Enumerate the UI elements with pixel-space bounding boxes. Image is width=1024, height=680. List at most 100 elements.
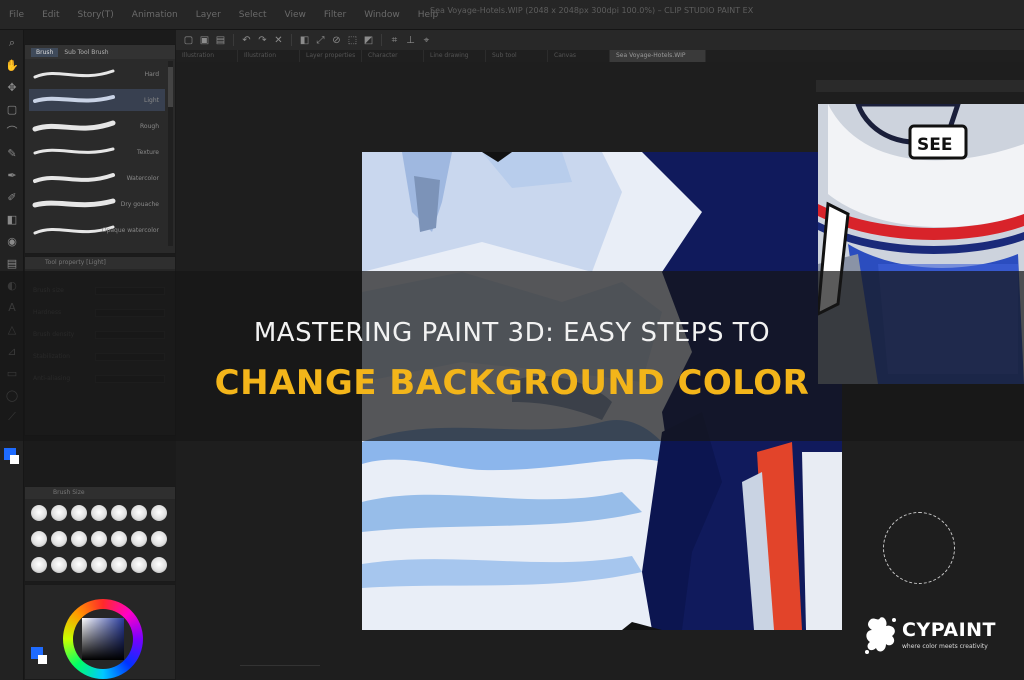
sub-tool-panel: Brush Sub Tool Brush Hard Light Rough Textu… (24, 44, 176, 254)
snap-icon[interactable]: ⌖ (420, 34, 433, 46)
brush-size-preset[interactable] (151, 531, 167, 547)
brush-tool-icon[interactable]: ✐ (3, 188, 21, 206)
brush-size-preset[interactable] (91, 505, 107, 521)
transform-icon[interactable]: ⤢ (314, 34, 327, 46)
canvas-tab[interactable]: Character (362, 50, 424, 62)
canvas-tab-bar: Illustration Illustration Layer properties… (176, 50, 1024, 62)
menu-item-edit[interactable]: Edit (33, 0, 68, 30)
canvas-tab[interactable]: Sea Voyage-Hotels.WIP (610, 50, 706, 62)
brand-tagline: where color meets creativity (902, 643, 988, 650)
window-title: Sea Voyage-Hotels.WIP (2048 x 2048px 300… (430, 6, 754, 15)
canvas-tab[interactable]: Sub tool (486, 50, 548, 62)
brush-name: Hard (144, 70, 159, 78)
brush-size-preset[interactable] (71, 505, 87, 521)
brush-size-preset[interactable] (111, 505, 127, 521)
main-menu: File Edit Story(T) Animation Layer Select View… (0, 0, 447, 30)
hand-tool-icon[interactable]: ✋ (3, 56, 21, 74)
brush-stroke-preview (33, 69, 115, 79)
brush-size-preset[interactable] (71, 557, 87, 573)
menu-item-view[interactable]: View (276, 0, 315, 30)
selection-tool-icon[interactable]: ▢ (3, 100, 21, 118)
brush-item[interactable]: Hard (29, 63, 165, 85)
canvas-tab[interactable]: Illustration (176, 50, 238, 62)
clear-icon[interactable]: ✕ (272, 34, 285, 46)
brush-stroke-preview (33, 173, 115, 183)
brush-stroke-preview (33, 95, 115, 103)
canvas-tab[interactable]: Layer properties (300, 50, 362, 62)
open-icon[interactable]: ▣ (198, 34, 211, 46)
deselect-icon[interactable]: ⊘ (330, 34, 343, 46)
redo-icon[interactable]: ↷ (256, 34, 269, 46)
brush-item[interactable]: Opaque watercolor (29, 219, 165, 241)
crop-icon[interactable]: ⌗ (388, 34, 401, 46)
color-wheel[interactable] (63, 599, 143, 679)
eyedropper-tool-icon[interactable]: ✎ (3, 144, 21, 162)
brush-size-preset[interactable] (51, 505, 67, 521)
brush-size-preset[interactable] (31, 557, 47, 573)
canvas-scrollbar[interactable] (240, 665, 320, 675)
color-wheel-panel (24, 584, 176, 680)
brush-name: Opaque watercolor (101, 226, 159, 234)
menu-item-window[interactable]: Window (355, 0, 409, 30)
pen-tool-icon[interactable]: ✒ (3, 166, 21, 184)
eraser-tool-icon[interactable]: ◧ (3, 210, 21, 228)
brush-size-header: Brush Size (25, 487, 175, 499)
brush-stroke-preview (32, 120, 116, 132)
fill-icon[interactable]: ◧ (298, 34, 311, 46)
undo-icon[interactable]: ↶ (240, 34, 253, 46)
brush-size-preset[interactable] (131, 557, 147, 573)
sub-color-swatch[interactable] (10, 455, 19, 464)
color-panel-sub-swatch[interactable] (38, 655, 47, 664)
brush-name: Watercolor (126, 174, 159, 182)
brush-item[interactable]: Rough (29, 115, 165, 137)
gradient-tool-icon[interactable]: ▤ (3, 254, 21, 272)
lasso-tool-icon[interactable]: ⌒ (3, 122, 21, 140)
brush-size-preset[interactable] (31, 531, 47, 547)
brush-item[interactable]: Light (29, 89, 165, 111)
brush-size-preset[interactable] (91, 557, 107, 573)
brand-name: CYPAINT (902, 619, 997, 641)
fill-tool-icon[interactable]: ◉ (3, 232, 21, 250)
brush-size-preset[interactable] (91, 531, 107, 547)
brush-size-panel: Brush Size (24, 486, 176, 582)
save-icon[interactable]: ▤ (214, 34, 227, 46)
menu-item-animation[interactable]: Animation (123, 0, 187, 30)
brush-size-preset[interactable] (131, 505, 147, 521)
ruler-icon[interactable]: ⊥ (404, 34, 417, 46)
menu-bar: File Edit Story(T) Animation Layer Select View… (0, 0, 1024, 30)
brush-item[interactable]: Watercolor (29, 167, 165, 189)
brush-size-preset[interactable] (151, 557, 167, 573)
brush-name: Rough (140, 122, 159, 130)
select-all-icon[interactable]: ⬚ (346, 34, 359, 46)
move-tool-icon[interactable]: ✥ (3, 78, 21, 96)
brush-stroke-preview (32, 198, 116, 208)
title-banner (0, 271, 1024, 441)
brush-size-preset[interactable] (51, 531, 67, 547)
canvas-tab[interactable]: Illustration (238, 50, 300, 62)
zoom-tool-icon[interactable]: ⌕ (3, 34, 21, 52)
menu-item-select[interactable]: Select (230, 0, 276, 30)
new-icon[interactable]: ▢ (182, 34, 195, 46)
brush-size-preset[interactable] (71, 531, 87, 547)
brush-name: Light (144, 96, 159, 104)
brand-logo: CYPAINT where color meets creativity (864, 616, 1014, 660)
brush-item[interactable]: Dry gouache (29, 193, 165, 215)
brush-list-scrollbar[interactable] (168, 61, 173, 246)
menu-item-filter[interactable]: Filter (315, 0, 355, 30)
menu-item-layer[interactable]: Layer (187, 0, 230, 30)
sub-tool-tab-group[interactable]: Sub Tool Brush (64, 49, 108, 56)
menu-item-file[interactable]: File (0, 0, 33, 30)
brush-item[interactable]: Texture (29, 141, 165, 163)
brush-size-preset[interactable] (51, 557, 67, 573)
saturation-value-square[interactable] (82, 618, 124, 660)
invert-icon[interactable]: ◩ (362, 34, 375, 46)
brush-size-preset[interactable] (111, 557, 127, 573)
brush-size-preset[interactable] (31, 505, 47, 521)
brush-size-preset[interactable] (111, 531, 127, 547)
canvas-tab[interactable]: Canvas (548, 50, 610, 62)
menu-item-story-t-[interactable]: Story(T) (69, 0, 123, 30)
canvas-tab[interactable]: Line drawing (424, 50, 486, 62)
brush-size-preset[interactable] (151, 505, 167, 521)
sub-tool-tab-brush[interactable]: Brush (31, 47, 59, 57)
brush-size-preset[interactable] (131, 531, 147, 547)
